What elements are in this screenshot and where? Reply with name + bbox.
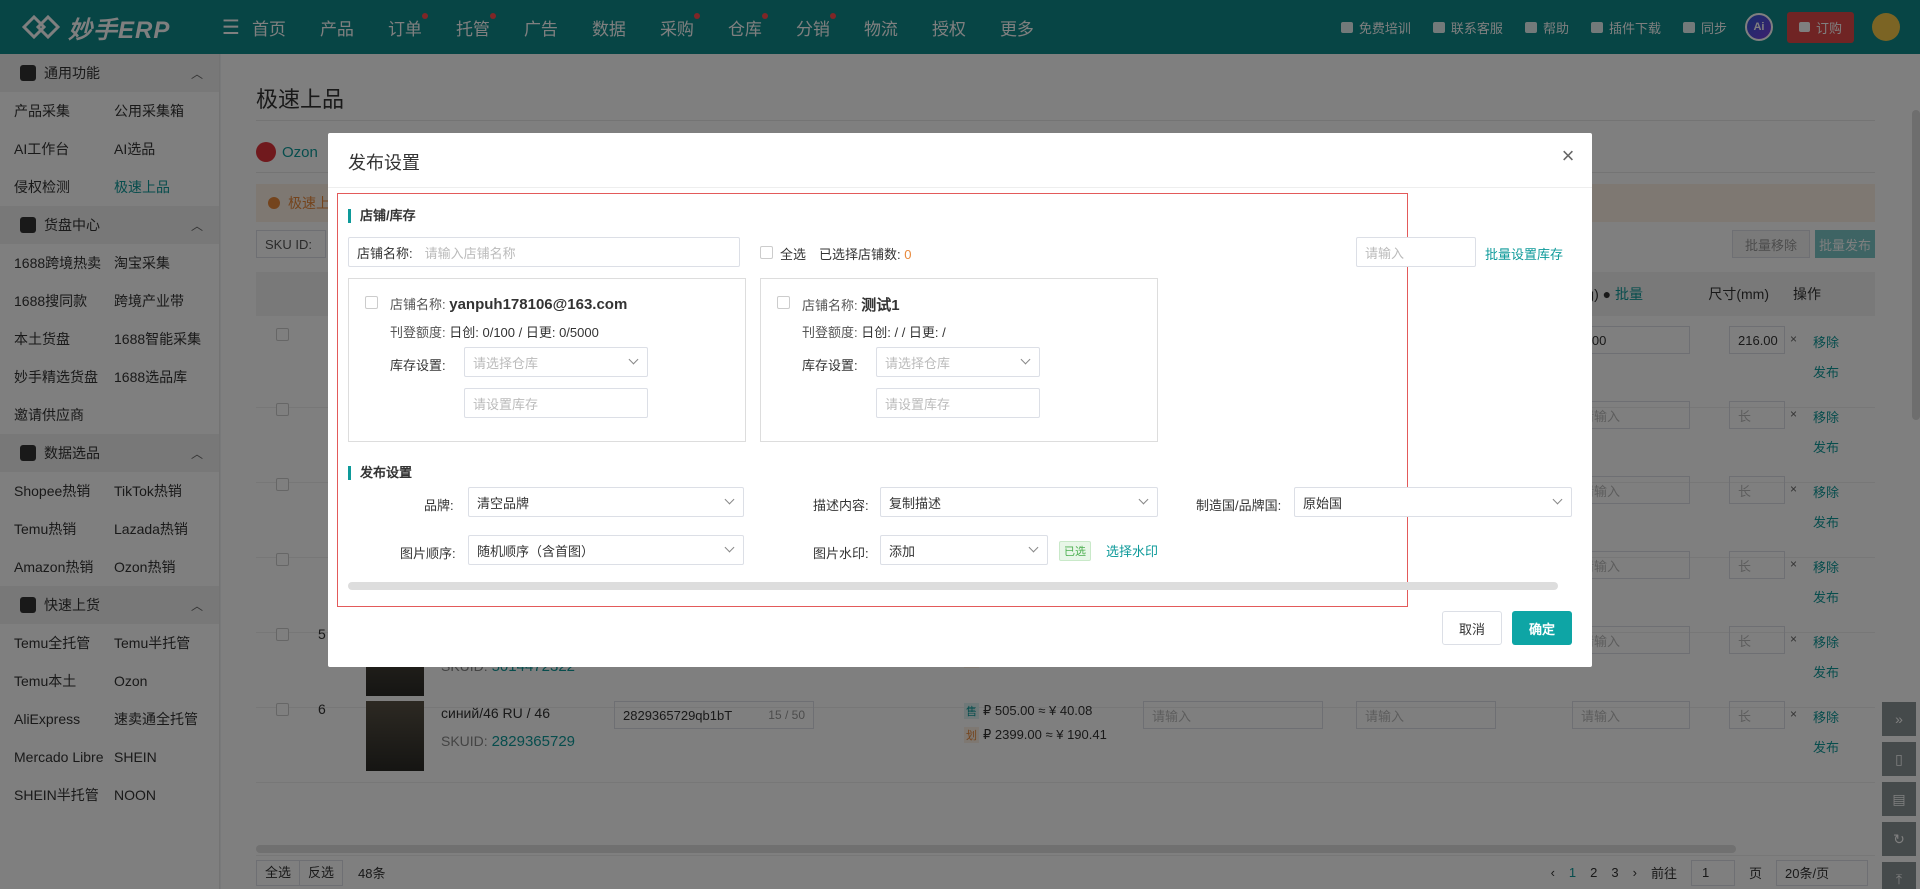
- stock-setting-label: 库存设置:: [390, 358, 446, 373]
- chevron-down-icon: [1020, 354, 1031, 365]
- batch-stock-link[interactable]: 批量设置库存: [1485, 244, 1563, 263]
- select-all-label: 全选: [780, 247, 807, 262]
- stock-input[interactable]: 请设置库存: [464, 388, 648, 418]
- cancel-button[interactable]: 取消: [1442, 611, 1502, 645]
- publish-settings-modal: 发布设置 × 店铺/库存 店铺名称: 请输入店铺名称 全选 已选择店铺数: 0 …: [328, 133, 1592, 667]
- chevron-down-icon: [724, 542, 735, 553]
- warehouse-select[interactable]: 请选择仓库: [876, 347, 1040, 377]
- desc-label: 描述内容:: [813, 498, 869, 513]
- confirm-button[interactable]: 确定: [1512, 611, 1572, 645]
- brand-label: 品牌:: [424, 498, 454, 513]
- origin-label: 制造国/品牌国:: [1196, 498, 1282, 513]
- choose-watermark-link[interactable]: 选择水印: [1106, 541, 1158, 560]
- store-name-field[interactable]: 店铺名称: 请输入店铺名称: [348, 237, 740, 267]
- chevron-down-icon: [1552, 494, 1563, 505]
- chevron-down-icon: [1028, 542, 1039, 553]
- selected-count-label: 已选择店铺数: 0: [819, 247, 912, 262]
- desc-select[interactable]: 复制描述: [880, 487, 1158, 517]
- close-icon[interactable]: ×: [1558, 143, 1578, 169]
- store-name-input[interactable]: 请输入店铺名称: [425, 243, 516, 262]
- store-name: 测试1: [861, 297, 900, 314]
- watermark-select[interactable]: 添加: [880, 535, 1048, 565]
- watermark-label: 图片水印:: [813, 546, 869, 561]
- select-all-checkbox[interactable]: [760, 246, 773, 259]
- batch-stock-input[interactable]: 请输入: [1356, 237, 1476, 267]
- stock-input[interactable]: 请设置库存: [876, 388, 1040, 418]
- store-quota: 日创: / / 日更: /: [861, 325, 946, 340]
- brand-select[interactable]: 清空品牌: [468, 487, 744, 517]
- image-order-label: 图片顺序:: [400, 546, 456, 561]
- store-card-2-checkbox[interactable]: [777, 296, 790, 309]
- origin-select[interactable]: 原始国: [1294, 487, 1572, 517]
- section-store-title: 店铺/库存: [348, 209, 416, 223]
- modal-horizontal-scrollbar[interactable]: [348, 582, 1558, 590]
- chevron-down-icon: [1138, 494, 1149, 505]
- divider: [328, 187, 1592, 188]
- warehouse-select[interactable]: 请选择仓库: [464, 347, 648, 377]
- store-card-1-checkbox[interactable]: [365, 296, 378, 309]
- modal-title: 发布设置: [348, 153, 420, 173]
- chevron-down-icon: [724, 494, 735, 505]
- store-name: yanpuh178106@163.com: [449, 296, 628, 313]
- store-quota: 日创: 0/100 / 日更: 0/5000: [449, 325, 599, 340]
- chevron-down-icon: [628, 354, 639, 365]
- selected-count: 0: [904, 247, 912, 262]
- stock-setting-label: 库存设置:: [802, 358, 858, 373]
- watermark-selected-tag: 已选: [1059, 541, 1091, 561]
- section-publish-title: 发布设置: [348, 466, 412, 480]
- image-order-select[interactable]: 随机顺序（含首图）: [468, 535, 744, 565]
